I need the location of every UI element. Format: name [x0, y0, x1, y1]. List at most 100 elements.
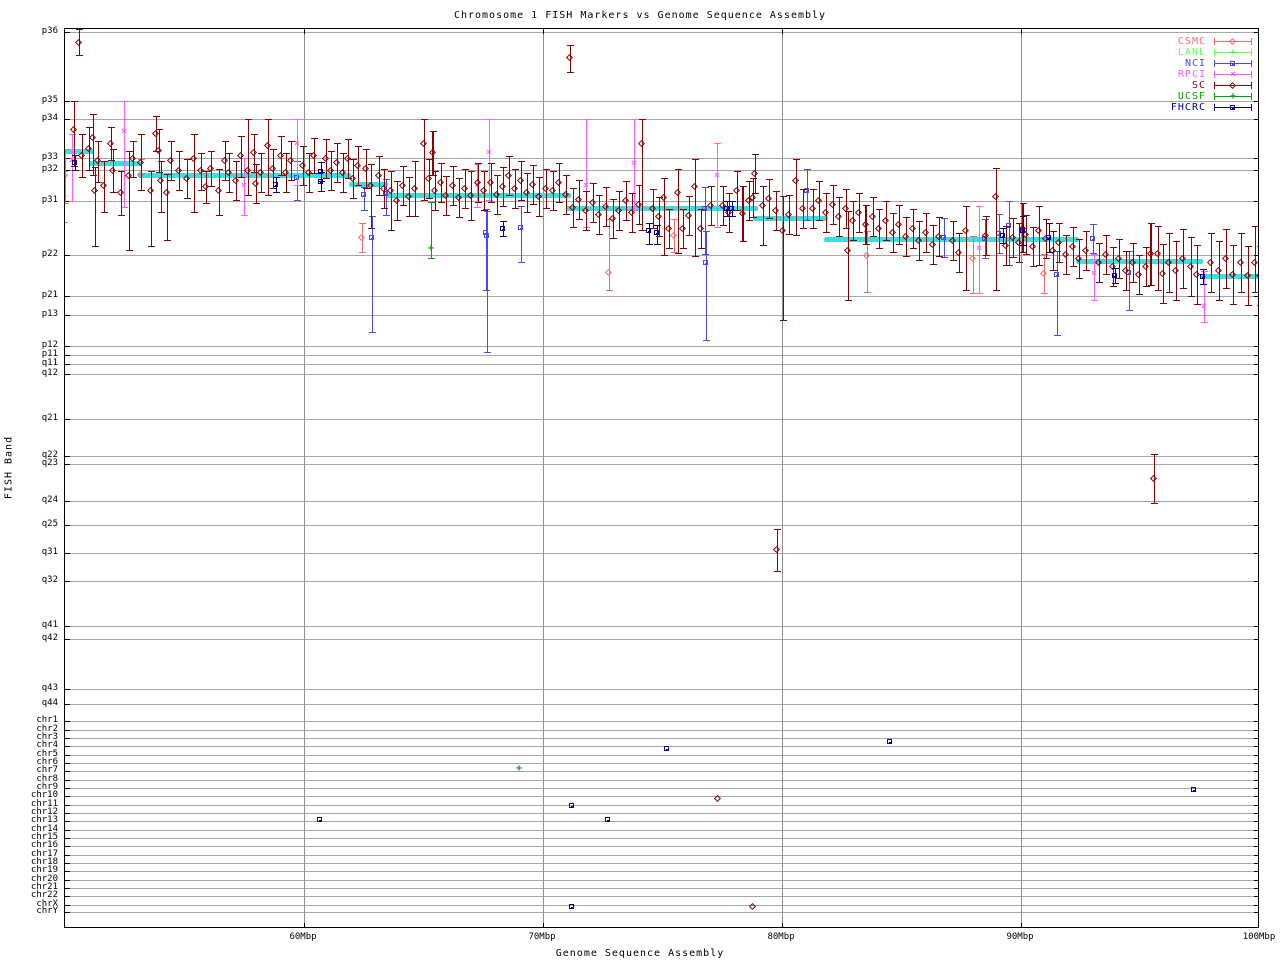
- nci-marker-dot: [705, 263, 708, 264]
- sc-error-cap: [1208, 292, 1215, 293]
- sc-marker: [517, 177, 524, 184]
- fhcrc-error-cap: [1046, 223, 1053, 224]
- sc-error-cap: [1238, 233, 1245, 234]
- sc-error-cap: [1166, 233, 1173, 234]
- y-tick-right: [1254, 364, 1259, 365]
- sc-error-cap: [208, 151, 215, 152]
- sc-error-cap: [226, 192, 233, 193]
- sc-error-cap: [86, 127, 93, 128]
- sc-error-cap: [1223, 229, 1230, 230]
- sc-error-cap: [576, 219, 583, 220]
- y-tick-label: q43: [12, 684, 58, 693]
- sc-error-cap: [456, 178, 463, 179]
- nci-error-bar: [705, 187, 706, 255]
- rpci-error-cap: [294, 119, 301, 120]
- fhcrc-error-cap: [72, 155, 79, 156]
- sc-error-cap: [198, 190, 205, 191]
- y-tick-label: q12: [12, 369, 58, 378]
- sc-error-cap: [1188, 237, 1195, 238]
- sc-error-cap: [883, 240, 890, 241]
- sc-error-cap: [666, 209, 673, 210]
- y-tick-left: [65, 419, 70, 420]
- sc-error-cap: [130, 177, 137, 178]
- csmc-error-cap: [1041, 293, 1048, 294]
- rpci-error-cap: [241, 158, 248, 159]
- sc-error-bar: [424, 119, 425, 201]
- fhcrc-marker-dot: [666, 749, 669, 750]
- x-tick-label: 100Mbp: [1229, 933, 1280, 942]
- rpci-error-cap: [69, 201, 76, 202]
- sc-error-cap: [158, 212, 165, 213]
- y-tick-left: [65, 880, 70, 881]
- y-tick-label: q32: [12, 576, 58, 585]
- sc-error-cap: [350, 198, 357, 199]
- sc-error-cap: [258, 192, 265, 193]
- sc-error-cap: [1003, 226, 1010, 227]
- sc-error-cap: [1096, 243, 1103, 244]
- y-tick-left: [65, 912, 70, 913]
- sc-error-cap: [412, 216, 419, 217]
- sc-error-cap: [1130, 243, 1137, 244]
- sc-error-cap: [845, 300, 852, 301]
- sc-error-cap: [233, 161, 240, 162]
- sc-marker: [869, 213, 876, 220]
- x-tick-bottom: [543, 923, 544, 928]
- sc-error-cap: [1076, 278, 1083, 279]
- fhcrc-error-cap: [273, 192, 280, 193]
- sc-error-cap: [530, 204, 537, 205]
- sc-error-cap: [388, 230, 395, 231]
- legend-label: UCSF: [1178, 91, 1206, 102]
- sc-marker: [849, 217, 856, 224]
- legend-glyph: [1212, 36, 1254, 47]
- h-gridline: [65, 813, 1259, 814]
- sc-error-cap: [843, 189, 850, 190]
- sc-error-cap: [222, 180, 229, 181]
- rpci-marker: ×: [1091, 269, 1097, 279]
- sc-error-cap: [530, 165, 537, 166]
- v-gridline: [1021, 29, 1022, 928]
- sc-error-cap: [258, 153, 265, 154]
- y-tick-label: q25: [12, 520, 58, 529]
- h-gridline: [65, 525, 1259, 526]
- y-tick-left: [65, 626, 70, 627]
- sc-marker: [420, 140, 427, 147]
- rpci-marker: ×: [714, 171, 720, 181]
- y-tick-left: [65, 905, 70, 906]
- sc-marker: [411, 185, 418, 192]
- sc-error-cap: [1123, 290, 1130, 291]
- sc-error-cap: [148, 246, 155, 247]
- y-tick-right: [1254, 738, 1259, 739]
- sc-marker: [117, 189, 124, 196]
- fhcrc-marker-dot: [1114, 276, 1117, 277]
- sc-error-cap: [766, 218, 773, 219]
- h-gridline: [65, 838, 1259, 839]
- sc-error-cap: [629, 193, 636, 194]
- sc-error-bar: [796, 159, 797, 236]
- sc-error-cap: [870, 236, 877, 237]
- sc-error-cap: [550, 171, 557, 172]
- legend-label: CSMC: [1178, 36, 1206, 47]
- sc-error-cap: [79, 134, 86, 135]
- sc-marker: [875, 225, 882, 232]
- sc-error-cap: [126, 250, 133, 251]
- sc-error-cap: [1180, 229, 1187, 230]
- sc-error-cap: [1252, 226, 1259, 227]
- y-tick-right: [1254, 763, 1259, 764]
- sc-error-cap: [288, 180, 295, 181]
- legend-label: SC: [1192, 80, 1206, 91]
- sc-marker: [157, 177, 164, 184]
- sc-error-cap: [556, 202, 563, 203]
- sc-error-cap: [208, 186, 215, 187]
- sc-error-cap: [108, 127, 115, 128]
- y-tick-left: [65, 346, 70, 347]
- y-tick-right: [1254, 553, 1259, 554]
- legend-label: FHCRC: [1171, 102, 1206, 113]
- h-gridline: [65, 888, 1259, 889]
- sc-marker: [375, 172, 382, 179]
- sc-marker: [333, 159, 340, 166]
- fhcrc-marker-dot: [731, 209, 734, 210]
- h-gridline: [65, 896, 1259, 897]
- nci-error-cap: [702, 254, 709, 255]
- fhcrc-marker-dot: [1048, 238, 1051, 239]
- rpci-error-bar: [72, 134, 73, 202]
